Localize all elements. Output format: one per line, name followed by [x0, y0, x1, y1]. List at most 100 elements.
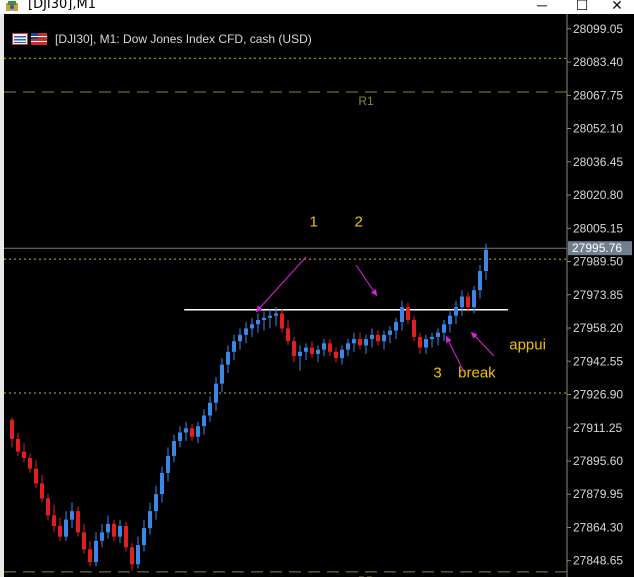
candle-body	[70, 511, 74, 520]
candle-body	[196, 426, 200, 437]
candle-body	[346, 343, 350, 350]
candle-body	[238, 334, 242, 342]
candle-body	[274, 313, 278, 316]
candle-body	[364, 339, 368, 346]
chart-background	[4, 14, 634, 577]
candle-body	[106, 523, 110, 533]
metatrader-app-icon	[6, 1, 18, 11]
annotation-2: 2	[355, 213, 363, 230]
candle-body	[286, 328, 290, 342]
candle-body	[46, 498, 50, 516]
minimize-button[interactable]: ─	[530, 0, 554, 14]
candle-body	[268, 315, 272, 318]
candle-body	[52, 515, 56, 527]
candle-body	[82, 532, 86, 550]
candle-body	[478, 271, 482, 291]
candle-body	[424, 339, 428, 348]
candle-body	[376, 334, 380, 342]
candle-body	[460, 296, 464, 308]
candle-body	[22, 451, 26, 459]
bear-candle	[124, 521, 128, 552]
y-tick-label: 28099.05	[573, 22, 623, 36]
candle-body	[244, 328, 248, 335]
candle-body	[142, 528, 146, 546]
y-tick-label: 27895.60	[573, 454, 623, 468]
annotation-break: break	[458, 364, 496, 381]
candle-body	[436, 332, 440, 337]
candle-body	[316, 349, 320, 354]
y-tick-label: 28067.75	[573, 88, 623, 102]
y-tick-label: 28052.10	[573, 122, 623, 136]
symbol-flag-icon	[31, 33, 47, 45]
chart-window-icon	[12, 33, 28, 45]
candle-body	[262, 317, 266, 320]
y-tick-label: 27989.50	[573, 255, 623, 269]
candle-body	[202, 415, 206, 427]
candle-body	[64, 519, 68, 537]
close-button[interactable]: ✕	[605, 0, 629, 14]
candle-body	[94, 540, 98, 563]
candle-body	[208, 402, 212, 416]
candle-body	[136, 545, 140, 565]
candle-body	[178, 432, 182, 442]
price-chart[interactable]: R1PP28099.0528083.4028067.7528052.102803…	[4, 14, 634, 577]
y-tick-label: 28036.45	[573, 155, 623, 169]
annotation-3: 3	[433, 364, 441, 381]
annotation-appui: appui	[509, 337, 546, 354]
candle-body	[130, 547, 134, 565]
candle-body	[448, 315, 452, 325]
candle-body	[10, 419, 14, 439]
candle-body	[358, 339, 362, 346]
candle-body	[298, 351, 302, 357]
candle-body	[184, 428, 188, 433]
candle-body	[148, 511, 152, 529]
current-price-tag: 27995.76	[568, 241, 632, 256]
candle-body	[76, 511, 80, 533]
candle-body	[472, 290, 476, 308]
candle-body	[154, 494, 158, 512]
candle-body	[214, 383, 218, 403]
candle-body	[406, 307, 410, 320]
candle-body	[370, 334, 374, 340]
window-titlebar: [DJI30],M1 ─ ☐ ✕	[0, 0, 634, 14]
candle-body	[310, 347, 314, 354]
chart-info-bar: [DJI30], M1: Dow Jones Index CFD, cash (…	[12, 30, 312, 48]
candle-body	[484, 249, 488, 272]
candle-body	[382, 334, 386, 342]
candle-body	[112, 523, 116, 537]
candle-body	[166, 455, 170, 473]
candle-body	[232, 341, 236, 352]
maximize-button[interactable]: ☐	[570, 0, 594, 14]
candle-body	[322, 343, 326, 350]
y-tick-label: 27864.30	[573, 520, 623, 534]
candle-body	[190, 428, 194, 437]
candle-body	[412, 319, 416, 337]
bear-candle	[76, 506, 80, 537]
candle-body	[400, 307, 404, 323]
candle-body	[40, 483, 44, 499]
y-tick-label: 27926.90	[573, 388, 623, 402]
y-tick-label: 27879.95	[573, 487, 623, 501]
chart-symbol-label: [DJI30], M1: Dow Jones Index CFD, cash (…	[55, 32, 312, 46]
candle-body	[220, 364, 224, 384]
candle-body	[418, 336, 422, 348]
candle-body	[334, 351, 338, 359]
candle-body	[172, 441, 176, 456]
candle-body	[250, 324, 254, 329]
chart-area[interactable]: R1PP28099.0528083.4028067.7528052.102803…	[0, 14, 634, 577]
y-tick-label: 27973.85	[573, 288, 623, 302]
y-tick-label: 28083.40	[573, 55, 623, 69]
y-tick-label: 27958.20	[573, 321, 623, 335]
current-price-label: 27995.76	[572, 241, 622, 255]
candle-body	[454, 307, 458, 316]
candle-body	[28, 458, 32, 469]
candle-body	[430, 336, 434, 340]
candle-body	[442, 324, 446, 333]
candle-body	[88, 549, 92, 563]
candle-body	[352, 339, 356, 344]
candle-body	[340, 349, 344, 359]
candle-body	[280, 313, 284, 329]
candle-body	[304, 347, 308, 352]
annotation-1: 1	[309, 213, 317, 230]
candle-body	[292, 341, 296, 357]
